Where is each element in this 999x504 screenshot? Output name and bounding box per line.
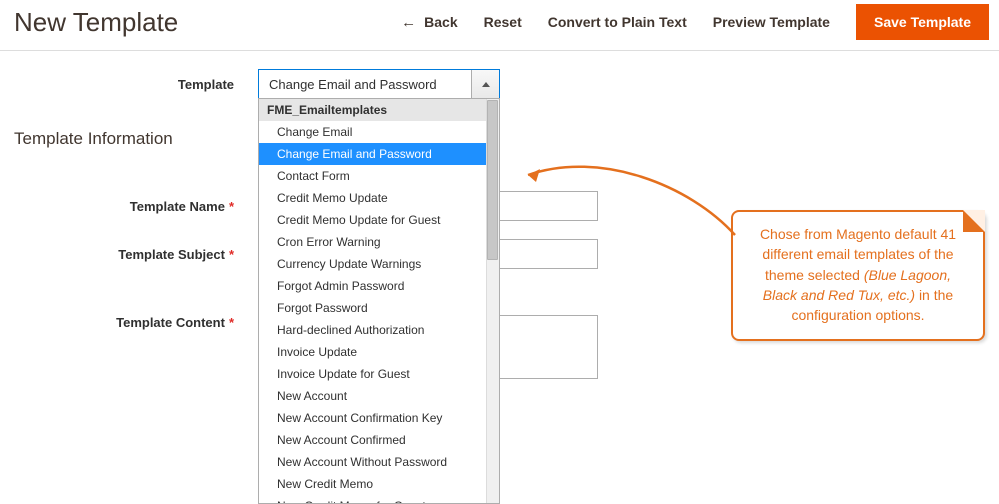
dropdown-option[interactable]: Forgot Admin Password (259, 275, 499, 297)
dropdown-option[interactable]: New Account Without Password (259, 451, 499, 473)
template-field: Change Email and Password FME_Emailtempl… (258, 69, 500, 99)
dropdown-option[interactable]: Invoice Update for Guest (259, 363, 499, 385)
dropdown-option[interactable]: Contact Form (259, 165, 499, 187)
scrollbar[interactable] (486, 99, 499, 504)
template-label: Template (0, 77, 258, 92)
dropdown-toggle[interactable] (471, 70, 499, 98)
preview-button[interactable]: Preview Template (713, 14, 830, 30)
required-star-icon: * (229, 247, 234, 262)
reset-button[interactable]: Reset (484, 14, 522, 30)
save-button[interactable]: Save Template (856, 4, 989, 40)
name-label-text: Template Name (130, 199, 225, 214)
dropdown-option[interactable]: New Credit Memo for Guest (259, 495, 499, 504)
dropdown-option[interactable]: Credit Memo Update for Guest (259, 209, 499, 231)
dropdown-option[interactable]: New Account (259, 385, 499, 407)
dropdown-option[interactable]: Invoice Update (259, 341, 499, 363)
name-label: Template Name * (0, 199, 258, 214)
header-actions: ← Back Reset Convert to Plain Text Previ… (401, 4, 989, 40)
page-title: New Template (14, 7, 178, 38)
dropdown-option[interactable]: Forgot Password (259, 297, 499, 319)
dropdown-option[interactable]: Credit Memo Update (259, 187, 499, 209)
dropdown-option[interactable]: Cron Error Warning (259, 231, 499, 253)
scrollbar-thumb[interactable] (487, 100, 498, 260)
required-star-icon: * (229, 199, 234, 214)
subject-label-text: Template Subject (118, 247, 225, 262)
page-fold-icon (963, 210, 985, 232)
dropdown-list: FME_EmailtemplatesChange EmailChange Ema… (259, 99, 499, 504)
back-label: Back (424, 14, 457, 30)
dropdown-option[interactable]: Currency Update Warnings (259, 253, 499, 275)
convert-button[interactable]: Convert to Plain Text (548, 14, 687, 30)
dropdown-option[interactable]: New Credit Memo (259, 473, 499, 495)
row-template: Template Change Email and Password FME_E… (0, 69, 999, 99)
dropdown-option[interactable]: New Account Confirmed (259, 429, 499, 451)
annotation-callout: Chose from Magento default 41 different … (731, 210, 985, 341)
dropdown-option[interactable]: Hard-declined Authorization (259, 319, 499, 341)
dropdown-option[interactable]: New Account Confirmation Key (259, 407, 499, 429)
content-label: Template Content * (0, 315, 258, 330)
template-select-value: Change Email and Password (259, 70, 471, 98)
page-header: New Template ← Back Reset Convert to Pla… (0, 0, 999, 51)
dropdown-option[interactable]: Change Email (259, 121, 499, 143)
dropdown-group-header: FME_Emailtemplates (259, 99, 499, 121)
arrow-left-icon: ← (401, 15, 416, 30)
template-select[interactable]: Change Email and Password (258, 69, 500, 99)
required-star-icon: * (229, 315, 234, 330)
caret-up-icon (482, 82, 490, 87)
template-dropdown: FME_EmailtemplatesChange EmailChange Ema… (258, 98, 500, 504)
back-button[interactable]: ← Back (401, 14, 457, 30)
subject-label: Template Subject * (0, 247, 258, 262)
content-label-text: Template Content (116, 315, 225, 330)
dropdown-option[interactable]: Change Email and Password (259, 143, 499, 165)
